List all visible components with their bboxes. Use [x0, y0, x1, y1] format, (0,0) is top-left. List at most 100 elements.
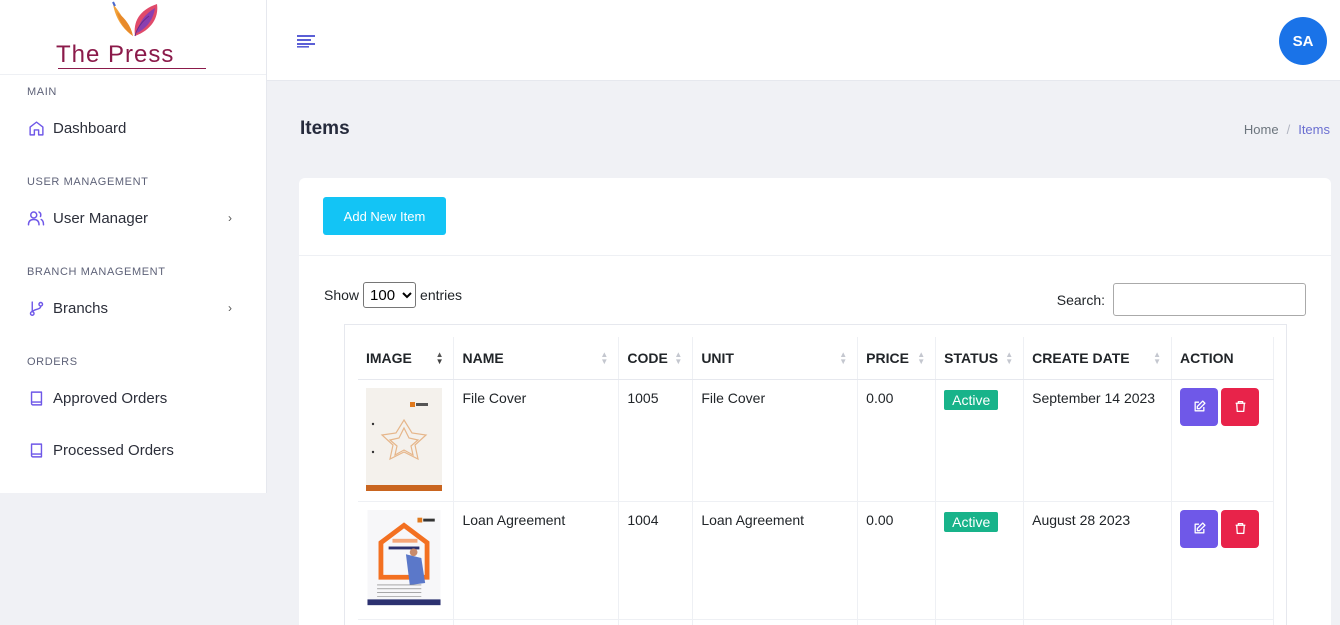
- brand-name: The Press: [56, 41, 175, 68]
- column-header-label: NAME: [462, 349, 504, 366]
- column-header-label: IMAGE: [366, 349, 412, 366]
- user-avatar[interactable]: SA: [1279, 17, 1327, 65]
- sidebar: The Press MAIN Dashboard USER MANAGEMENT…: [0, 0, 267, 493]
- topbar: SA: [267, 0, 1340, 81]
- table-row: File Cover 1005 File Cover 0.00 Active S…: [358, 379, 1274, 502]
- cell-price: 0.00: [857, 501, 937, 620]
- items-card: Add New Item Show 100 entries Search: IM…: [299, 178, 1331, 625]
- status-badge: Active: [944, 511, 999, 532]
- chevron-right-icon: ›: [228, 211, 232, 225]
- column-header-label: ACTION: [1180, 349, 1234, 366]
- users-icon: [27, 209, 45, 227]
- column-header-label: STATUS: [944, 349, 999, 366]
- cell-image: [358, 501, 455, 620]
- add-new-item-button[interactable]: Add New Item: [323, 197, 446, 235]
- sidebar-item-label: Processed Orders: [53, 441, 174, 459]
- cell-unit: File Cover: [692, 379, 859, 502]
- search-input[interactable]: [1113, 283, 1306, 316]
- delete-button[interactable]: [1221, 387, 1259, 426]
- column-header-unit[interactable]: UNIT ▲ ▼: [692, 337, 859, 380]
- column-header-create-date[interactable]: CREATE DATE ▲ ▼: [1023, 337, 1172, 380]
- menu-heading-main: MAIN: [27, 86, 57, 98]
- brand-logo[interactable]: The Press: [0, 0, 266, 75]
- table-row: [358, 619, 1274, 625]
- cell-create-date: August 28 2023: [1023, 501, 1172, 620]
- sort-icon: ▲ ▼: [674, 350, 683, 366]
- sidebar-item-label: User Manager: [53, 209, 149, 227]
- column-header-action: ACTION: [1171, 337, 1274, 380]
- cell-name: [453, 619, 620, 625]
- trash-icon: [1235, 522, 1245, 535]
- column-header-label: CODE: [627, 349, 668, 366]
- sidebar-item-label: Branchs: [53, 299, 109, 317]
- cell-action: [1171, 379, 1274, 502]
- delete-button[interactable]: [1221, 509, 1259, 548]
- page-length-control: Show 100 entries: [324, 282, 462, 308]
- cell-name: File Cover: [453, 379, 620, 502]
- sidebar-item-user-manager[interactable]: User Manager ›: [0, 203, 266, 233]
- sidebar-item-approved-orders[interactable]: Approved Orders: [0, 383, 266, 413]
- cell-status: Active: [935, 501, 1025, 620]
- menu-heading-orders: ORDERS: [27, 356, 78, 368]
- edit-button[interactable]: [1180, 509, 1218, 548]
- page-length-select[interactable]: 100: [363, 282, 417, 308]
- cell-status: Active: [935, 379, 1025, 502]
- breadcrumb-separator: /: [1286, 122, 1291, 137]
- cell-status: [935, 619, 1025, 625]
- sort-icon: ▲ ▼: [1005, 350, 1014, 366]
- sidebar-item-dashboard[interactable]: Dashboard: [0, 113, 266, 143]
- cell-price: 0.00: [857, 379, 937, 502]
- sidebar-item-processed-orders[interactable]: Processed Orders: [0, 435, 266, 465]
- breadcrumb-home-link[interactable]: Home: [1244, 122, 1279, 137]
- menu-heading-branch-management: BRANCH MANAGEMENT: [27, 266, 166, 278]
- home-icon: [27, 119, 45, 137]
- search-label: Search:: [1056, 291, 1105, 308]
- git-branch-icon: [27, 299, 45, 317]
- sort-icon: ▲ ▼: [917, 350, 926, 366]
- cell-action: [1171, 619, 1274, 625]
- sort-icon: ▲ ▼: [839, 350, 848, 366]
- edit-icon: [1194, 400, 1206, 412]
- table-row: Loan Agreement 1004 Loan Agreement 0.00 …: [358, 501, 1274, 620]
- column-header-code[interactable]: CODE ▲ ▼: [618, 337, 694, 380]
- sort-desc-icon: ▲ ▼: [435, 350, 444, 366]
- column-header-name[interactable]: NAME ▲ ▼: [453, 337, 620, 380]
- items-table: IMAGE ▲ ▼ NAME ▲ ▼ CODE ▲ ▼ UNIT ▲ ▼ PRICE ▲ ▼ STA…: [358, 337, 1274, 625]
- show-label: Show: [324, 287, 360, 303]
- edit-button[interactable]: [1180, 387, 1218, 426]
- cell-name: Loan Agreement: [453, 501, 620, 620]
- brand-underline: [58, 68, 206, 71]
- cell-code: 1004: [618, 501, 694, 620]
- trash-icon: [1235, 400, 1245, 413]
- table-search: Search:: [1057, 283, 1306, 316]
- cell-image: [358, 619, 455, 625]
- status-badge: Active: [944, 389, 999, 410]
- table-container: IMAGE ▲ ▼ NAME ▲ ▼ CODE ▲ ▼ UNIT ▲ ▼ PRICE ▲ ▼ STA…: [344, 324, 1287, 625]
- chevron-right-icon: ›: [228, 301, 232, 315]
- column-header-status[interactable]: STATUS ▲ ▼: [935, 337, 1025, 380]
- sidebar-item-branchs[interactable]: Branchs ›: [0, 293, 266, 323]
- entries-label: entries: [420, 287, 463, 303]
- cell-image: [358, 379, 455, 502]
- column-header-image[interactable]: IMAGE ▲ ▼: [358, 337, 455, 380]
- column-header-price[interactable]: PRICE ▲ ▼: [857, 337, 937, 380]
- cell-code: [618, 619, 694, 625]
- cell-unit: Loan Agreement: [692, 501, 859, 620]
- edit-icon: [1194, 522, 1206, 534]
- sort-icon: ▲ ▼: [600, 350, 609, 366]
- item-thumbnail-image[interactable]: [366, 387, 442, 491]
- breadcrumb-current: Items: [1298, 122, 1330, 137]
- cell-unit: [692, 619, 859, 625]
- menu-toggle-icon[interactable]: [297, 34, 315, 48]
- item-thumbnail-image[interactable]: [366, 509, 442, 609]
- cell-action: [1171, 501, 1274, 620]
- column-header-label: CREATE DATE: [1032, 349, 1130, 366]
- cell-price: [857, 619, 937, 625]
- sidebar-item-label: Dashboard: [53, 119, 127, 137]
- breadcrumb: Home / Items: [1244, 122, 1330, 137]
- card-header: Add New Item: [299, 178, 1331, 256]
- book-icon: [27, 441, 45, 459]
- column-header-label: UNIT: [701, 349, 734, 366]
- book-icon: [27, 389, 45, 407]
- cell-create-date: [1023, 619, 1172, 625]
